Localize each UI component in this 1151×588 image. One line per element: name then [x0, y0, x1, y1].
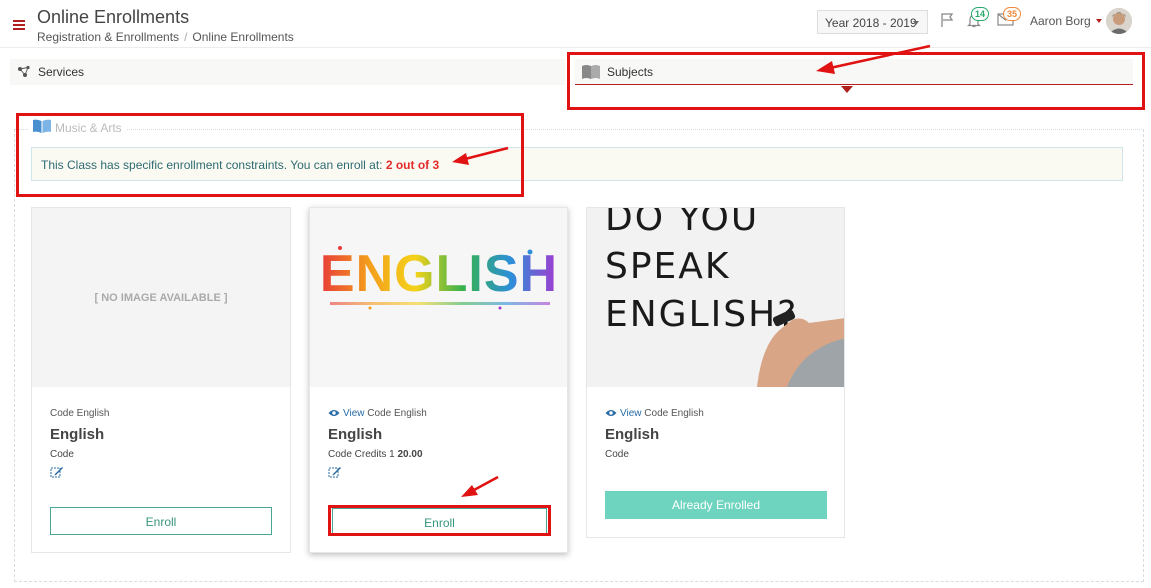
annotation-box-notice: [16, 113, 524, 197]
english-splash-text: ENGLISH: [320, 245, 558, 303]
no-image-placeholder: [ NO IMAGE AVAILABLE ]: [32, 208, 290, 387]
image-text-line3: ENGLISH?: [605, 294, 798, 335]
notifications-badge: 14: [971, 7, 990, 21]
flag-icon[interactable]: [940, 12, 956, 33]
messages-badge: 35: [1003, 7, 1022, 21]
card-body: Code English English Code: [50, 408, 272, 481]
do-you-speak-english-image: DO YOU SPEAK ENGLISH?: [587, 208, 844, 387]
card-subject-name: English: [50, 426, 105, 443]
online-enrollments-page: Online Enrollments Registration & Enroll…: [0, 0, 1151, 588]
avatar[interactable]: [1106, 8, 1132, 34]
view-link[interactable]: View: [328, 408, 365, 419]
already-enrolled-button[interactable]: Already Enrolled: [605, 491, 827, 519]
year-select-value: Year 2018 - 2019: [825, 16, 917, 30]
card-code: Code English: [644, 408, 704, 419]
english-splash-image: ENGLISH: [310, 208, 567, 387]
annotation-box-enroll: [328, 505, 551, 536]
image-text-line2: SPEAK: [605, 246, 731, 287]
annotation-box-subjects: [567, 52, 1145, 110]
card-code: Code English: [367, 408, 427, 419]
user-name[interactable]: Aaron Borg: [1030, 14, 1091, 28]
breadcrumb: Registration & Enrollments / Online Enroll…: [37, 30, 294, 44]
card-credits-value: 20.00: [397, 449, 423, 460]
view-label: View: [620, 408, 642, 419]
network-icon: [17, 65, 32, 81]
image-text-line1: DO YOU: [605, 208, 759, 239]
card-sub-info: Code: [605, 449, 629, 460]
edit-icon[interactable]: [328, 465, 344, 481]
card-sub-info: Code: [50, 449, 74, 460]
card-code: Code English: [50, 408, 110, 419]
breadcrumb-online-enrollments: Online Enrollments: [192, 30, 294, 44]
card-body: View Code English English Code Credits 1…: [328, 408, 549, 481]
year-select[interactable]: Year 2018 - 2019: [817, 10, 928, 34]
breadcrumb-registration[interactable]: Registration & Enrollments: [37, 30, 179, 44]
card-subject-name: English: [605, 426, 660, 443]
card-sub-info: Code Credits 1 20.00: [328, 449, 549, 463]
subject-card: DO YOU SPEAK ENGLISH? View Code English …: [586, 207, 845, 538]
subject-card: [ NO IMAGE AVAILABLE ] Code English Engl…: [31, 207, 291, 553]
eye-icon: [328, 410, 340, 417]
user-menu-caret-icon[interactable]: [1096, 19, 1102, 23]
page-title: Online Enrollments: [37, 7, 190, 27]
tab-services-label: Services: [38, 65, 85, 79]
view-link[interactable]: View: [605, 408, 642, 419]
menu-icon[interactable]: [13, 20, 25, 30]
card-code-line: View Code English: [328, 408, 549, 422]
card-code-line: View Code English: [605, 408, 826, 422]
edit-icon[interactable]: [50, 465, 66, 481]
chevron-down-icon: [913, 21, 919, 25]
view-label: View: [343, 408, 365, 419]
tab-services[interactable]: Services: [10, 59, 565, 85]
breadcrumb-separator: /: [184, 30, 188, 44]
card-body: View Code English English Code: [605, 408, 826, 463]
card-credits-label: Code Credits 1: [328, 449, 395, 460]
top-header: Online Enrollments Registration & Enroll…: [0, 0, 1151, 48]
eye-icon: [605, 410, 617, 417]
subject-card: ENGLISH View Code English English Code C…: [309, 207, 568, 553]
enroll-button[interactable]: Enroll: [50, 507, 272, 535]
card-subject-name: English: [328, 426, 383, 443]
